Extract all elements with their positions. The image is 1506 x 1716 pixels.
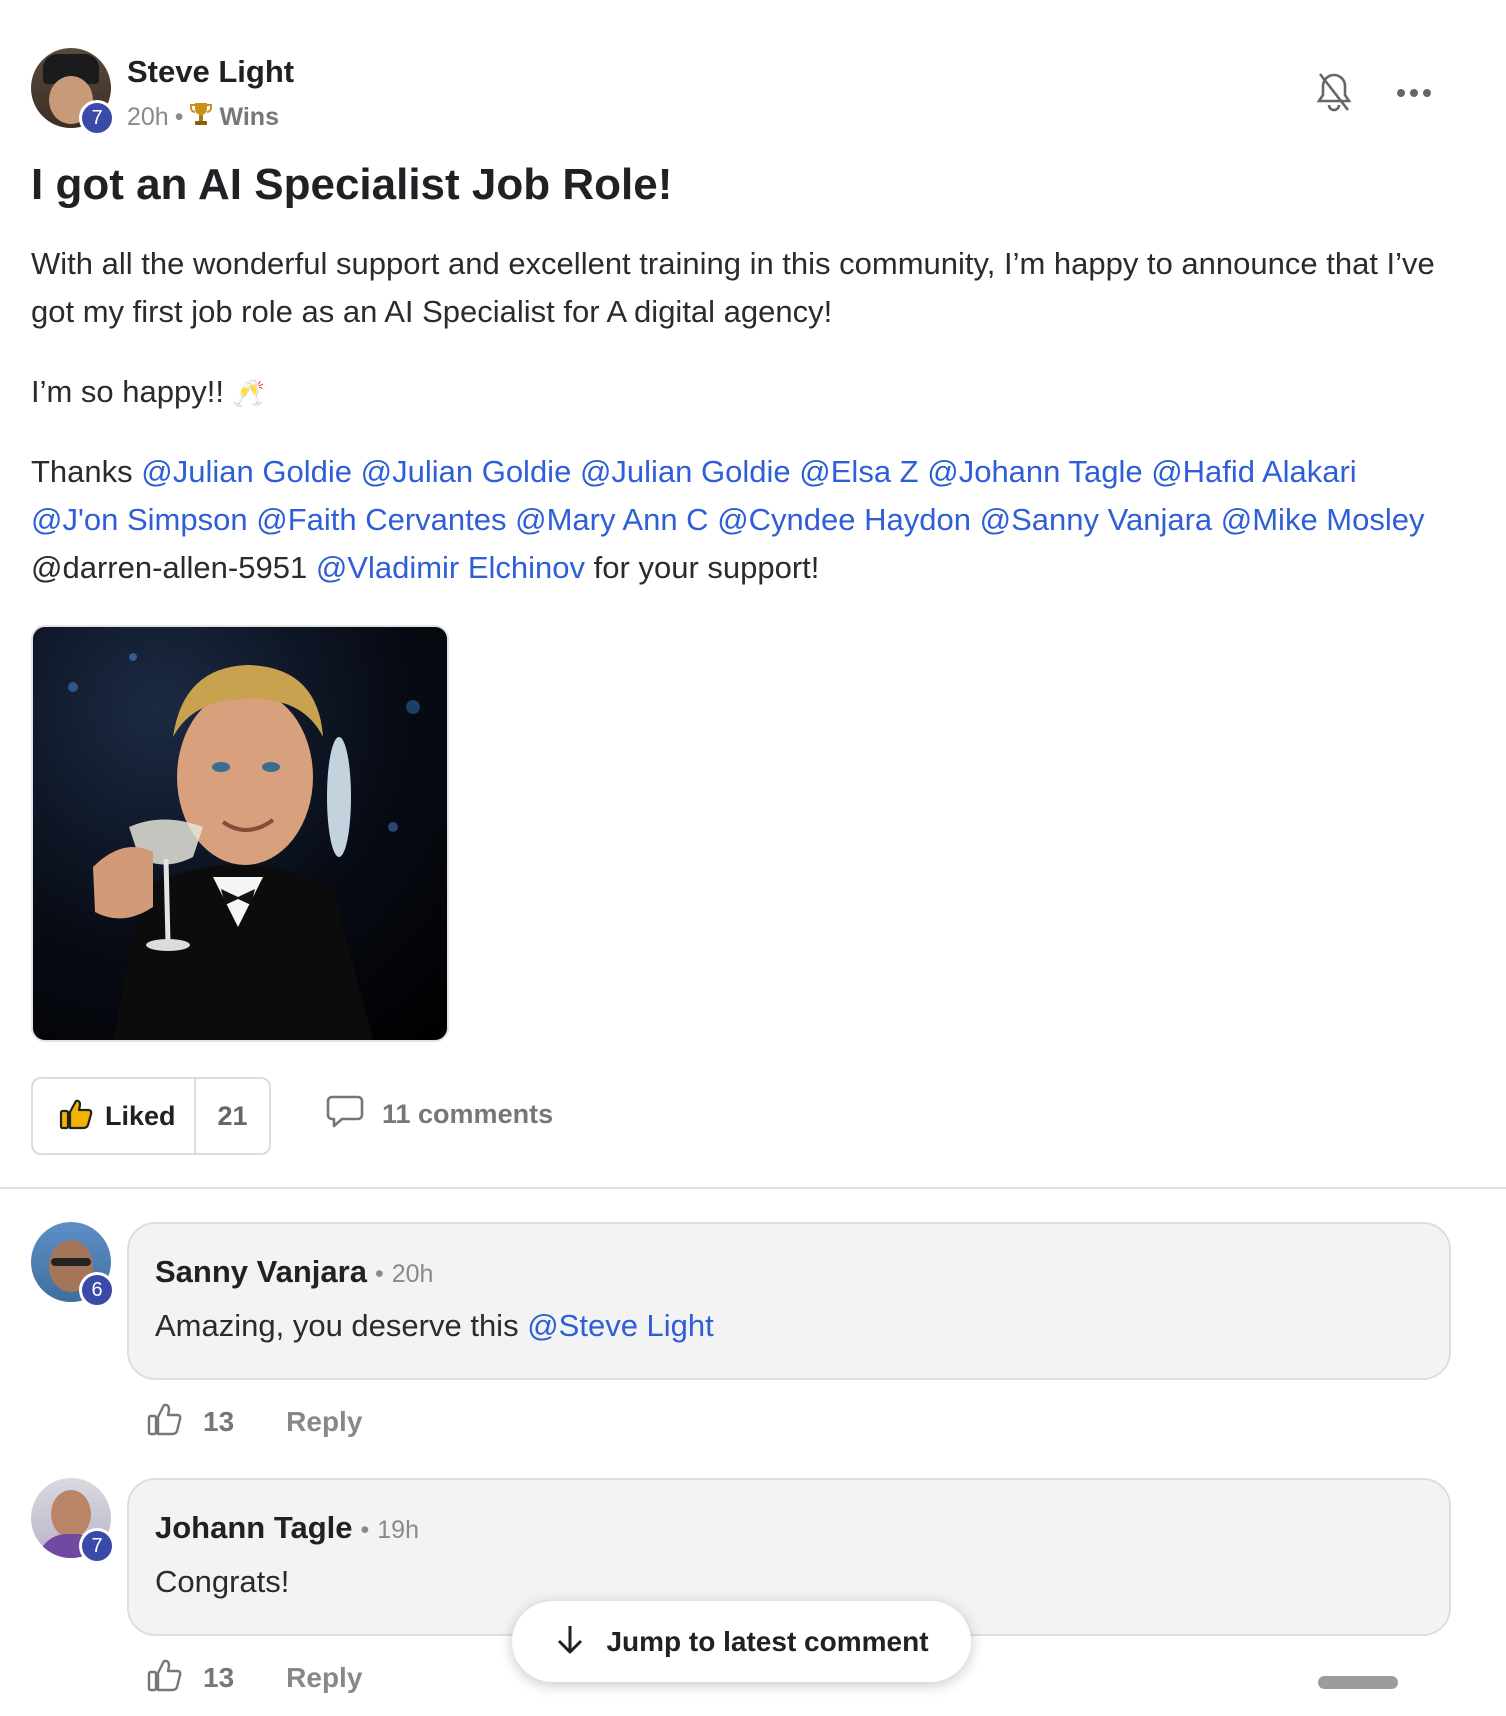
mention-link[interactable]: @Johann Tagle	[927, 454, 1142, 489]
post-paragraph-1: With all the wonderful support and excel…	[31, 246, 1435, 329]
mention-link[interactable]: @Julian Goldie	[361, 454, 572, 489]
post-time[interactable]: 20h	[127, 103, 169, 132]
jump-to-latest-comment-button[interactable]: Jump to latest comment	[512, 1601, 971, 1682]
trophy-icon	[189, 101, 213, 134]
thumbs-up-icon[interactable]	[147, 1658, 183, 1697]
mention-link[interactable]: @Faith Cervantes	[256, 502, 506, 537]
author-name[interactable]: Steve Light	[127, 54, 294, 90]
comment-header: Johann Tagle • 19h	[155, 1510, 419, 1546]
post-title: I got an AI Specialist Job Role!	[31, 160, 673, 209]
mention-link[interactable]: @Elsa Z	[799, 454, 918, 489]
post-paragraph-2: I’m so happy!! 🥂	[31, 368, 265, 417]
commenter-name[interactable]: Sanny Vanjara	[155, 1254, 367, 1290]
thanks-line-1: Thanks @Julian Goldie @Julian Goldie @Ju…	[31, 448, 1471, 496]
thanks-line-2: @J'on Simpson @Faith Cervantes @Mary Ann…	[31, 496, 1471, 544]
liked-label: Liked	[105, 1100, 176, 1131]
like-count[interactable]: 21	[196, 1101, 248, 1132]
comment-actions: 13 Reply	[147, 1658, 362, 1697]
comment-time[interactable]: 20h	[392, 1260, 434, 1289]
liked-button[interactable]: Liked	[33, 1079, 196, 1153]
thanks-prefix: Thanks	[31, 454, 133, 489]
speech-bubble-icon	[326, 1094, 364, 1135]
commenter-name[interactable]: Johann Tagle	[155, 1510, 353, 1546]
comment-like-count[interactable]: 13	[203, 1406, 234, 1438]
mention-link[interactable]: @Mary Ann C	[515, 502, 708, 537]
comment-body: Congrats!	[155, 1564, 290, 1599]
comment-separator: •	[360, 1516, 370, 1544]
comment-header: Sanny Vanjara • 20h	[155, 1254, 433, 1290]
comment-actions: 13 Reply	[147, 1402, 362, 1441]
comment-body: Amazing, you deserve this	[155, 1308, 519, 1343]
mention-link[interactable]: @Julian Goldie	[141, 454, 352, 489]
mention-link[interactable]: @Hafid Alakari	[1151, 454, 1357, 489]
comment-like-count[interactable]: 13	[203, 1662, 234, 1694]
scroll-handle[interactable]	[1318, 1676, 1398, 1689]
mention-link[interactable]: @J'on Simpson	[31, 502, 248, 537]
happy-text: I’m so happy!!	[31, 374, 224, 409]
mention-link[interactable]: @Julian Goldie	[580, 454, 791, 489]
commenter-level-badge: 6	[79, 1272, 115, 1308]
thanks-line-3: @darren-allen-5951 @Vladimir Elchinov fo…	[31, 544, 1471, 592]
jump-label: Jump to latest comment	[606, 1625, 929, 1657]
comment-text: Congrats!	[155, 1564, 289, 1600]
thumbs-up-icon[interactable]	[147, 1402, 183, 1441]
thumbs-up-filled-icon	[59, 1098, 93, 1135]
bell-muted-icon[interactable]	[1316, 70, 1352, 114]
comment-text: Amazing, you deserve this @Steve Light	[155, 1308, 714, 1344]
comment-time[interactable]: 19h	[377, 1516, 419, 1545]
mention-link[interactable]: @Steve Light	[527, 1308, 714, 1343]
comment-bubble: Sanny Vanjara • 20h Amazing, you deserve…	[127, 1222, 1451, 1380]
commenter-level-badge: 7	[79, 1528, 115, 1564]
meta-separator: •	[174, 103, 184, 131]
reply-button[interactable]: Reply	[286, 1662, 362, 1694]
comments-divider	[0, 1187, 1506, 1189]
post-category[interactable]: Wins	[219, 103, 279, 132]
mention-link[interactable]: @Mike Mosley	[1221, 502, 1425, 537]
comments-count-link[interactable]: 11 comments	[326, 1094, 553, 1135]
comments-label: 11 comments	[382, 1099, 554, 1129]
like-control: Liked 21	[31, 1077, 271, 1155]
plain-handle: @darren-allen-5951	[31, 550, 308, 585]
toast-illustration	[68, 653, 420, 1040]
mention-link[interactable]: @Cyndee Haydon	[717, 502, 971, 537]
post-image[interactable]	[31, 625, 449, 1042]
mention-link[interactable]: @Vladimir Elchinov	[316, 550, 585, 585]
arrow-down-icon	[554, 1623, 586, 1660]
avatar-glasses	[51, 1258, 91, 1266]
thanks-paragraph: Thanks @Julian Goldie @Julian Goldie @Ju…	[31, 448, 1471, 592]
post-meta: 20h • Wins	[127, 101, 279, 134]
comment-separator: •	[374, 1260, 384, 1288]
author-level-badge: 7	[79, 100, 115, 136]
champagne-emoji: 🥂	[232, 378, 265, 408]
thanks-suffix: for your support!	[593, 550, 820, 585]
more-horizontal-icon[interactable]	[1396, 86, 1432, 98]
reply-button[interactable]: Reply	[286, 1406, 362, 1438]
mention-link[interactable]: @Sanny Vanjara	[980, 502, 1213, 537]
